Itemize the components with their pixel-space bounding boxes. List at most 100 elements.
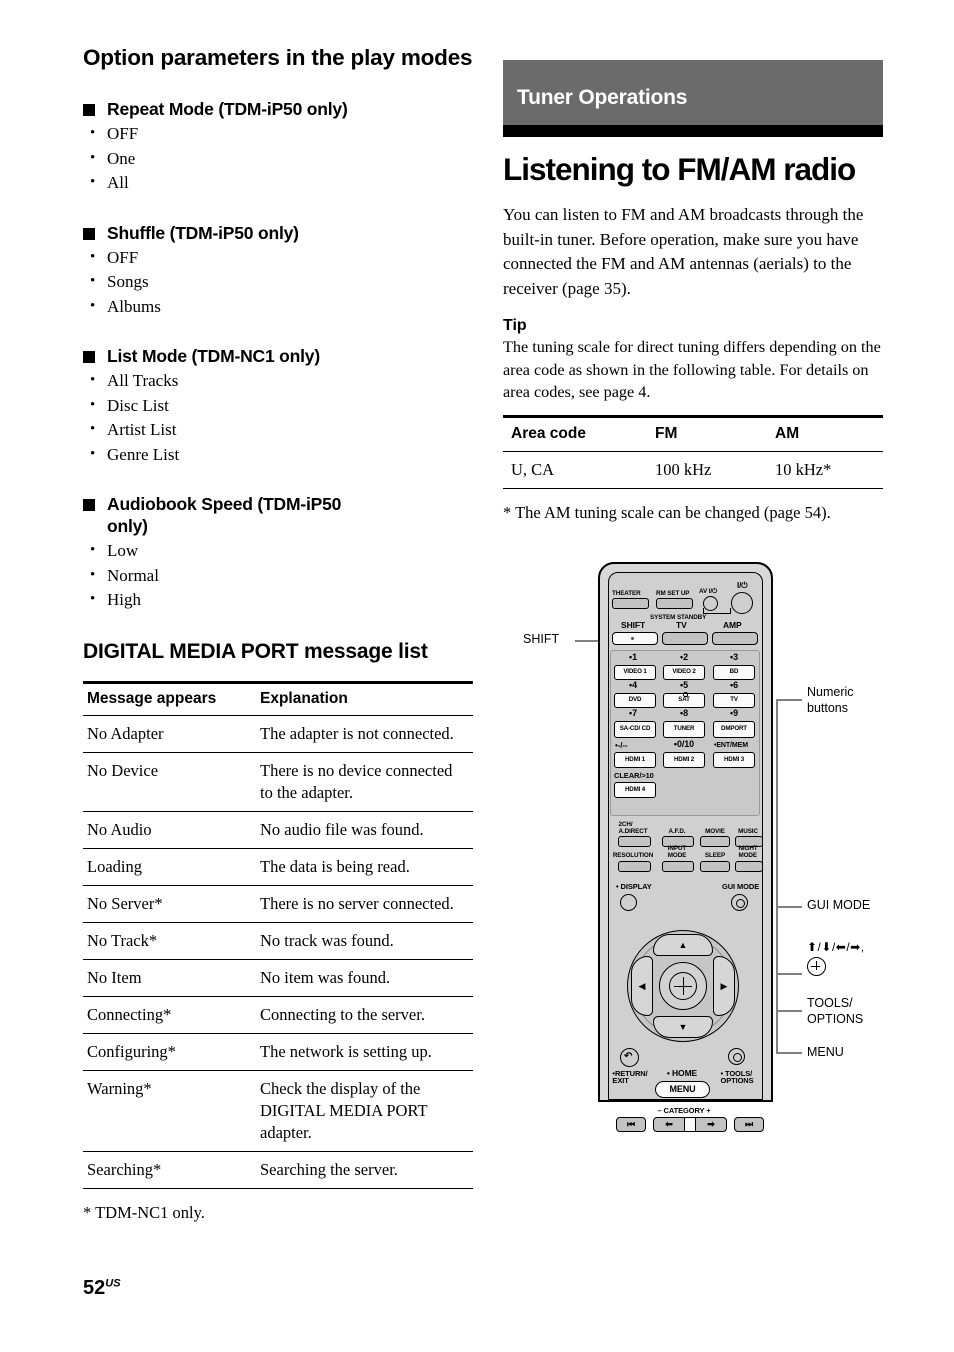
two-ch-direct-button[interactable] — [618, 836, 651, 847]
group-heading-line2: only) — [107, 516, 148, 536]
hdmi2-button[interactable]: HDMI 2 — [663, 752, 705, 768]
main-power-label: I/⏻ — [737, 581, 748, 590]
movie-button[interactable] — [700, 836, 730, 847]
two-ch-label: 2CH/A.DIRECT — [618, 821, 648, 835]
table-row: No Item No item was found. — [83, 959, 473, 996]
category-label: – CATEGORY + — [657, 1106, 711, 1115]
amp-mode-label: AMP — [723, 620, 742, 630]
tools-inner-icon — [733, 1053, 742, 1062]
video2-button[interactable]: VIDEO 2 — [663, 665, 705, 680]
dpad-left-button[interactable]: ◀ — [631, 956, 653, 1016]
main-power-button[interactable] — [731, 592, 753, 614]
tip-heading: Tip — [503, 317, 527, 334]
list-item: Low — [83, 538, 473, 564]
cell-message: No Audio — [87, 819, 152, 839]
direction-pad[interactable]: ▲ ▼ ◀ ▶ — [627, 930, 739, 1042]
dvd-button[interactable]: DVD — [614, 693, 656, 708]
tv-mode-label: TV — [676, 620, 687, 630]
cell-explanation: No item was found. — [260, 967, 391, 987]
option-list: All Tracks Disc List Artist List Genre L… — [83, 368, 473, 468]
standby-bracket-h — [703, 613, 731, 615]
hdmi3-button[interactable]: HDMI 3 — [713, 752, 755, 768]
cell-message: Loading — [87, 856, 142, 876]
callout-tools-options: TOOLS/OPTIONS — [807, 996, 864, 1026]
callout-line-tools — [776, 1010, 802, 1012]
cell-explanation: Connecting to the server. — [260, 1004, 425, 1024]
rm-set-up-button[interactable] — [656, 598, 693, 609]
list-item: One — [83, 146, 473, 172]
dpad-down-button[interactable]: ▼ — [653, 1016, 713, 1038]
option-list: Low Normal High — [83, 538, 473, 613]
group-repeat-mode: Repeat Mode (TDM-iP50 only) OFF One All — [83, 98, 473, 196]
page-title: Option parameters in the play modes — [83, 45, 473, 70]
amp-mode-button[interactable] — [712, 632, 758, 645]
table-row: No Device There is no device connected to… — [83, 752, 473, 811]
sleep-label: SLEEP — [704, 852, 726, 859]
sat-tactile-dot-icon — [683, 692, 688, 697]
table-row: No Adapter The adapter is not connected. — [83, 715, 473, 752]
input-mode-button[interactable] — [662, 861, 694, 872]
tv-input-button[interactable]: TV — [713, 693, 755, 708]
column-header-fm: FM — [655, 424, 678, 442]
sacd-cd-button[interactable]: SA-CD/ CD — [614, 721, 656, 738]
next-track-button[interactable]: ⏭ — [734, 1117, 764, 1132]
prev-track-button[interactable]: ⏮ — [616, 1117, 646, 1132]
bd-button[interactable]: BD — [713, 665, 755, 680]
hdmi1-button[interactable]: HDMI 1 — [614, 752, 656, 768]
list-item: Normal — [83, 563, 473, 589]
cell-message: Connecting* — [87, 1004, 172, 1024]
dmport-button[interactable]: DMPORT — [713, 721, 755, 738]
callout-menu: MENU — [807, 1045, 844, 1059]
column-header-area-code: Area code — [511, 424, 586, 442]
dpad-enter-button[interactable] — [659, 962, 707, 1010]
resolution-label: RESOLUTION — [612, 852, 654, 859]
callout-line-menu — [776, 1052, 802, 1054]
night-mode-button[interactable] — [735, 861, 763, 872]
display-button[interactable] — [620, 894, 637, 911]
tuner-button[interactable]: TUNER — [663, 721, 705, 738]
theater-button[interactable] — [612, 598, 649, 609]
area-code-table: Area code FM AM U, CA 100 kHz 10 kHz* — [503, 415, 883, 489]
rm-set-up-label: RM SET UP — [656, 590, 690, 597]
cell-message: No Device — [87, 760, 159, 780]
menu-button[interactable]: MENU — [655, 1081, 710, 1098]
dpad-up-button[interactable]: ▲ — [653, 934, 713, 956]
option-list: OFF One All — [83, 121, 473, 196]
column-header-am: AM — [775, 424, 800, 442]
message-list-footnote: * TDM-NC1 only. — [83, 1202, 205, 1222]
av-power-button[interactable] — [703, 596, 718, 611]
hdmi4-button[interactable]: HDMI 4 — [614, 782, 656, 798]
article-intro: You can listen to FM and AM broadcasts t… — [503, 205, 864, 298]
numeric-label-4: •4 — [629, 680, 637, 690]
table-header-row: Message appears Explanation — [83, 682, 473, 715]
area-table-footnote: * The AM tuning scale can be changed (pa… — [503, 502, 831, 522]
table-row: No Audio No audio file was found. — [83, 811, 473, 848]
cell-message: No Adapter — [87, 723, 164, 743]
callout-numeric-buttons: Numeric buttons — [807, 685, 854, 715]
cell-message: No Track* — [87, 930, 158, 950]
section-banner: Tuner Operations — [503, 60, 883, 125]
callout-shift: SHIFT — [523, 632, 560, 646]
group-audiobook-speed: Audiobook Speed (TDM-iP50 only) Low Norm… — [83, 493, 473, 613]
category-minus-button[interactable]: ⬅ — [653, 1117, 685, 1132]
cell-explanation: There is no device connected to the adap… — [260, 760, 453, 802]
remote-body: THEATER RM SET UP AV I/⏻ I/⏻ SYSTEM STAN… — [598, 562, 773, 1132]
resolution-button[interactable] — [618, 861, 651, 872]
list-item: Genre List — [83, 442, 473, 468]
remote-control-diagram: SHIFT THEATER RM SET UP AV I/⏻ I/⏻ SYSTE… — [495, 558, 950, 1132]
enter-button-icon — [807, 957, 826, 976]
cell-explanation: No audio file was found. — [260, 819, 424, 839]
cell-fm: 100 kHz — [655, 459, 712, 479]
tv-mode-button[interactable] — [662, 632, 708, 645]
numeric-label-6: •6 — [730, 680, 738, 690]
callout-leader-vertical-bottom — [776, 906, 778, 1052]
cell-area-code: U, CA — [511, 459, 555, 479]
category-plus-button[interactable]: ➡ — [695, 1117, 727, 1132]
numeric-label-0-10: •0/10 — [673, 739, 695, 749]
shift-button[interactable] — [612, 632, 658, 645]
sleep-button[interactable] — [700, 861, 730, 872]
video1-button[interactable]: VIDEO 1 — [614, 665, 656, 680]
dpad-right-button[interactable]: ▶ — [713, 956, 735, 1016]
cell-message: Searching* — [87, 1159, 162, 1179]
column-header-explanation: Explanation — [260, 689, 348, 707]
